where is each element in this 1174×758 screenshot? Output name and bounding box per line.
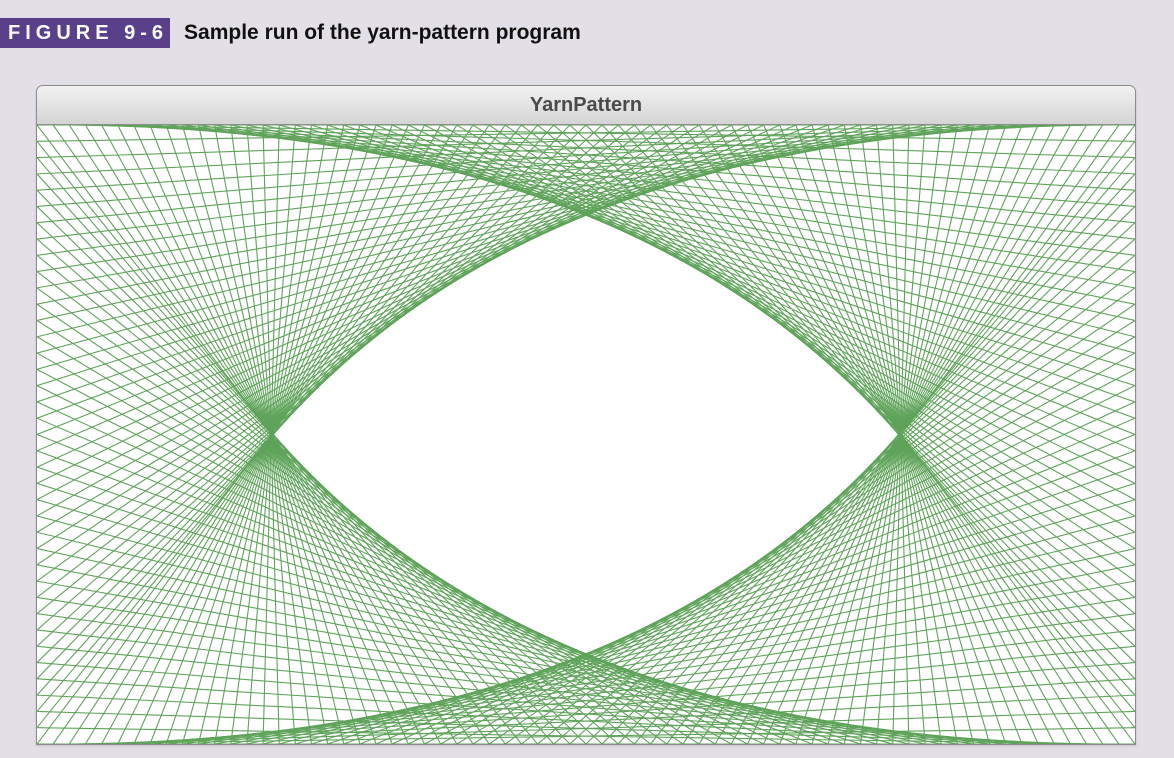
pattern-canvas	[37, 125, 1135, 744]
yarn-lines	[37, 125, 1135, 744]
app-window: YarnPattern	[36, 85, 1136, 745]
yarn-line	[37, 417, 797, 744]
window-title: YarnPattern	[529, 94, 643, 116]
yarn-line	[37, 433, 813, 744]
window-title-bar[interactable]: YarnPattern	[37, 86, 1135, 125]
yarn-line	[37, 368, 748, 744]
yarn-pattern-drawing	[37, 125, 1135, 744]
figure-label: FIGURE 9-6	[0, 18, 171, 48]
yarn-line	[37, 499, 877, 744]
figure-header: FIGURE 9-6 Sample run of the yarn-patter…	[0, 18, 581, 48]
yarn-line	[456, 125, 1135, 533]
yarn-line	[117, 678, 1135, 744]
yarn-line	[37, 125, 1055, 191]
yarn-line	[295, 125, 1135, 370]
yarn-line	[375, 125, 1135, 452]
yarn-line	[359, 125, 1135, 436]
yarn-line	[37, 336, 716, 744]
figure-caption: Sample run of the yarn-pattern program	[184, 21, 581, 44]
